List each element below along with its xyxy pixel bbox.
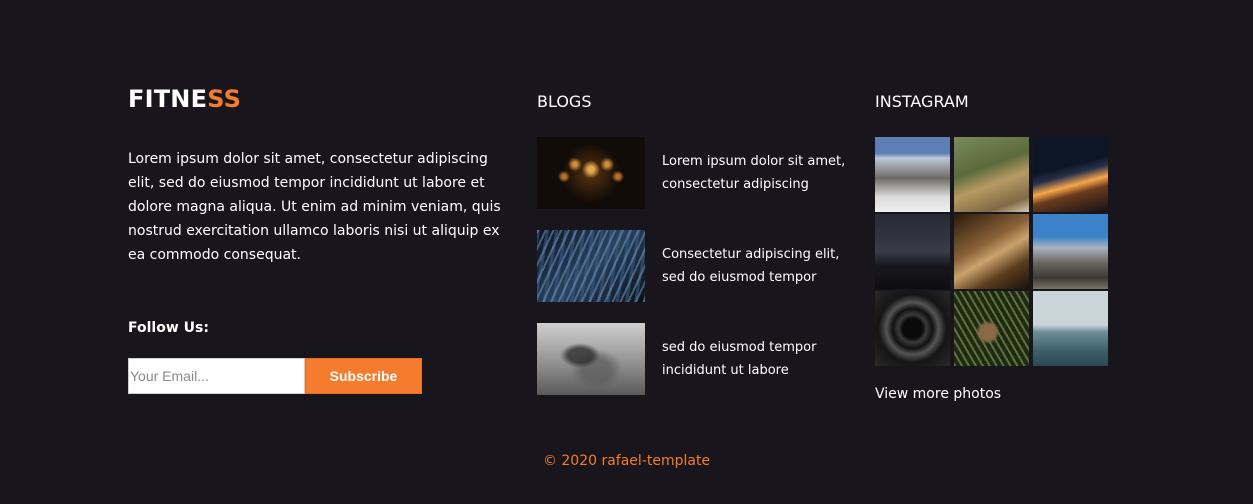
about-text: Lorem ipsum dolor sit amet, consectetur …	[128, 151, 501, 263]
instagram-photo-wood-closeup[interactable]	[954, 214, 1029, 289]
instagram-photo-night-road[interactable]	[1033, 137, 1108, 212]
instagram-photo-sea[interactable]	[1033, 291, 1108, 366]
blog-title[interactable]: sed do eiusmod tempor incididunt ut labo…	[662, 336, 857, 382]
instagram-heading: INSTAGRAM	[875, 92, 969, 111]
view-more-photos-link[interactable]: View more photos	[875, 384, 1001, 404]
newsletter-form: Subscribe	[128, 358, 422, 394]
copyright-text: © 2020 rafael-template	[542, 453, 711, 469]
instagram-grid	[875, 137, 1108, 367]
instagram-photo-night-sky[interactable]	[875, 214, 950, 289]
blog-item[interactable]: Lorem ipsum dolor sit amet, consectetur …	[537, 137, 857, 209]
blog-title[interactable]: Lorem ipsum dolor sit amet, consectetur …	[662, 150, 857, 196]
blog-title[interactable]: Consectetur adipiscing elit, sed do eius…	[662, 243, 857, 289]
blog-thumbnail-feathers[interactable]	[537, 230, 645, 302]
instagram-photo-rocky-peaks[interactable]	[1033, 214, 1108, 289]
subscribe-button[interactable]: Subscribe	[305, 358, 422, 394]
footer-brand-logo: FITNESS	[128, 84, 241, 114]
instagram-photo-mountain-valley[interactable]	[875, 137, 950, 212]
instagram-photo-tunnel[interactable]	[875, 291, 950, 366]
instagram-photo-pine-cone[interactable]	[954, 291, 1029, 366]
brand-text-main: FITNE	[128, 85, 208, 113]
brand-text-accent: SS	[207, 85, 242, 113]
blog-item[interactable]: Consectetur adipiscing elit, sed do eius…	[537, 230, 857, 302]
blog-thumbnail-guitar[interactable]	[537, 323, 645, 395]
blogs-heading: BLOGS	[537, 92, 592, 111]
email-input[interactable]	[128, 358, 305, 394]
blog-thumbnail-chandelier[interactable]	[537, 137, 645, 209]
instagram-photo-hikers-trail[interactable]	[954, 137, 1029, 212]
follow-us-label: Follow Us:	[128, 320, 209, 336]
blog-item[interactable]: sed do eiusmod tempor incididunt ut labo…	[537, 323, 857, 395]
